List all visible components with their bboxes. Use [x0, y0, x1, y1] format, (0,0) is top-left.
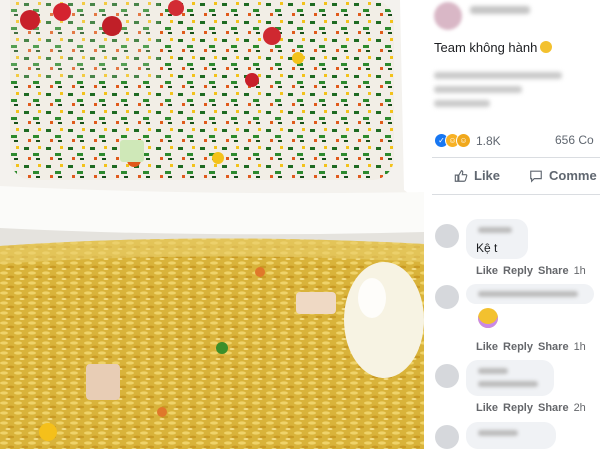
- commenter-name-blurred[interactable]: [478, 227, 512, 233]
- divider: [432, 157, 600, 158]
- comment-button-label: Comme: [549, 168, 597, 183]
- like-button-label: Like: [474, 168, 501, 183]
- comment-like-link[interactable]: Like: [476, 402, 498, 414]
- blurred-text-line: [434, 86, 522, 93]
- comment-text-blurred: [478, 381, 538, 387]
- commenter-name-blurred[interactable]: [478, 368, 508, 374]
- commenter-avatar[interactable]: [435, 285, 459, 309]
- post-caption: Team không hành: [434, 40, 553, 55]
- commenter-avatar[interactable]: [435, 224, 459, 248]
- comment-reply-link[interactable]: Reply: [503, 265, 533, 277]
- author-avatar[interactable]: [434, 2, 462, 30]
- sticker-emoji-icon: [478, 308, 498, 328]
- comment-actions: Like Reply Share 1h: [476, 265, 591, 277]
- comment-time[interactable]: 2h: [574, 402, 586, 414]
- comment-share-link[interactable]: Share: [538, 341, 569, 353]
- comment-actions: Like Reply Share 1h: [476, 341, 591, 353]
- comment-reply-link[interactable]: Reply: [503, 402, 533, 414]
- author-name-blurred[interactable]: [470, 6, 530, 14]
- blurred-text-line: [434, 100, 490, 107]
- post-photo[interactable]: [0, 0, 424, 449]
- food-image: [0, 0, 424, 449]
- comment-like-link[interactable]: Like: [476, 265, 498, 277]
- commenter-avatar[interactable]: [435, 425, 459, 449]
- comment-actions: Like Reply Share 2h: [476, 402, 591, 414]
- comment-reply-link[interactable]: Reply: [503, 341, 533, 353]
- comment-count[interactable]: 656 Co: [555, 133, 594, 147]
- like-button[interactable]: Like: [454, 168, 500, 183]
- commenter-name-blurred[interactable]: [478, 430, 518, 436]
- comment-icon: [530, 170, 542, 183]
- comment-time[interactable]: 1h: [574, 265, 586, 277]
- comment-text: Kệ t: [476, 241, 498, 255]
- wow-reaction-icon: ☺: [456, 133, 471, 148]
- caption-text: Team không hành: [434, 40, 538, 55]
- comment-like-link[interactable]: Like: [476, 341, 498, 353]
- comment-button[interactable]: Comme: [529, 168, 597, 183]
- commenter-avatar[interactable]: [435, 364, 459, 388]
- blurred-text-line: [434, 72, 562, 79]
- comment-share-link[interactable]: Share: [538, 402, 569, 414]
- reaction-summary[interactable]: ✓ ☺ ☺ 1.8K: [434, 133, 501, 148]
- divider: [432, 194, 600, 195]
- comment-share-link[interactable]: Share: [538, 265, 569, 277]
- comment-bubble: [466, 360, 554, 396]
- thumbs-up-icon: [454, 169, 468, 182]
- emoji-icon: [540, 41, 553, 53]
- reaction-count: 1.8K: [476, 133, 501, 148]
- commenter-name-blurred[interactable]: [478, 291, 578, 297]
- facebook-post-panel: Team không hành ✓ ☺ ☺ 1.8K 656 Co Like C…: [424, 0, 600, 449]
- comment-time[interactable]: 1h: [574, 341, 586, 353]
